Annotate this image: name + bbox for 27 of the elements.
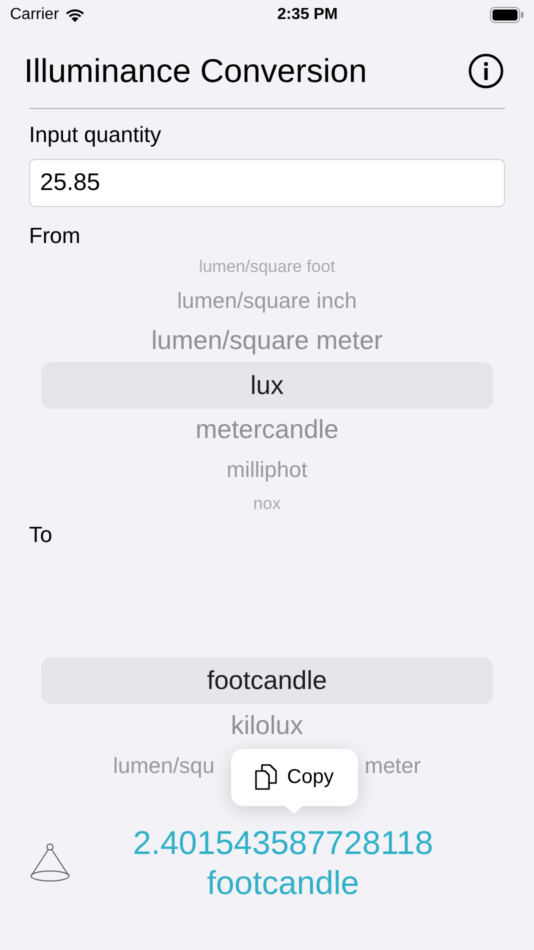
wifi-icon [64,8,85,22]
from-label: From [29,222,82,250]
popover-arrow-icon [284,804,304,814]
picker-option[interactable]: lux [41,362,493,408]
input-label: Input quantity [29,120,162,149]
quantity-input[interactable]: 25.85 [29,158,505,206]
info-icon[interactable] [468,52,504,89]
to-label: To [29,520,54,548]
picker-option[interactable]: lumen/square foot [41,252,493,282]
clock: 2:35 PM [277,5,338,25]
battery-icon [490,7,524,23]
picker-option[interactable]: footcandle [41,657,493,704]
picker-option[interactable]: metercandle [41,408,493,450]
page-title: Illuminance Conversion [24,51,368,91]
picker-option[interactable]: lumen/square meter [41,320,493,362]
cone-icon [29,842,71,882]
picker-option[interactable]: nox [41,488,493,512]
carrier-label: Carrier [10,5,59,25]
result-unit: footcandle [206,862,360,902]
picker-option-text[interactable]: lumen/squ [113,748,215,782]
picker-option[interactable]: kilolux [41,704,493,746]
result-value[interactable]: 2.401543587728118 [132,822,434,862]
picker-option-text[interactable]: meter [364,748,421,782]
copy-menu[interactable]: Copy [231,748,358,806]
picker-option[interactable]: lumen/square inch [41,282,493,320]
copy-icon [255,764,277,790]
picker-option[interactable]: milliphot [41,450,493,488]
